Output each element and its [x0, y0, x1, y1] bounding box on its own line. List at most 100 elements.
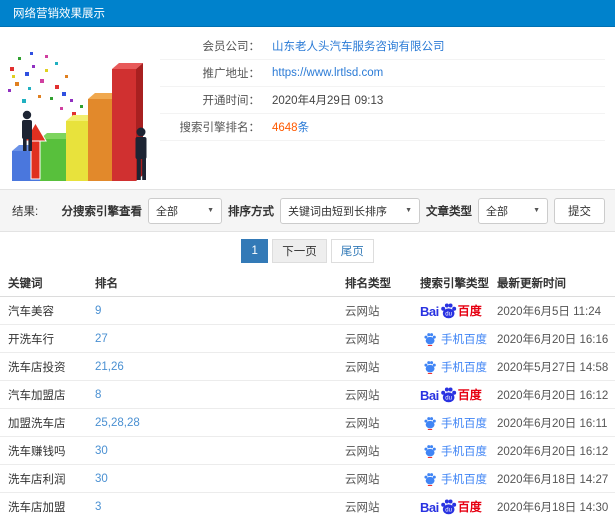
rank-type-cell: 云网站	[345, 361, 380, 374]
bar-chart-illustration	[0, 27, 160, 187]
article-type-label: 文章类型	[426, 205, 472, 218]
pagination: 1 下一页 尾页	[0, 232, 615, 269]
open-time-label: 开通时间：	[202, 95, 261, 107]
article-type-select[interactable]: 全部 ▼	[478, 197, 548, 224]
mobile-baidu-logo: 手机百度	[420, 443, 487, 459]
next-page-button[interactable]: 下一页	[272, 239, 327, 263]
updated-time-cell: 2020年6月18日 14:27	[497, 473, 609, 486]
rank-type-cell: 云网站	[345, 501, 380, 514]
sort-filter-label: 排序方式	[228, 205, 274, 218]
mobile-baidu-paw-icon	[424, 444, 436, 458]
mobile-baidu-text: 手机百度	[441, 361, 487, 374]
businessman-left	[22, 110, 32, 151]
filter-controls: 分搜索引擎查看 全部 ▼ 排序方式 关键词由短到长排序 ▼ 文章类型 全部 ▼ …	[62, 197, 605, 224]
rank-cell[interactable]: 9	[95, 305, 345, 317]
rank-cell[interactable]: 8	[95, 389, 345, 401]
engine-filter-select[interactable]: 全部 ▼	[148, 197, 222, 224]
baidu-cn-text: 百度	[457, 500, 482, 514]
mobile-baidu-text: 手机百度	[441, 445, 487, 458]
table-row: 汽车加盟店 8 云网站 Bai du 百度 2020年6月20日 16:12	[0, 381, 615, 409]
baidu-logo: Bai du 百度	[420, 498, 482, 515]
engine-rank-row: 搜索引擎排名： 4648条	[160, 114, 605, 141]
mobile-baidu-logo: 手机百度	[420, 331, 487, 347]
keyword-cell: 洗车赚钱吗	[8, 445, 66, 458]
chevron-down-icon: ▼	[405, 207, 412, 214]
svg-text:du: du	[445, 311, 452, 317]
mobile-baidu-paw-icon	[424, 416, 436, 430]
baidu-cn-text: 百度	[457, 388, 482, 402]
svg-text:du: du	[445, 395, 452, 401]
mobile-baidu-paw-icon	[424, 332, 436, 346]
engine-type-cell: Bai du 百度	[420, 498, 497, 515]
rank-cell[interactable]: 25,28,28	[95, 417, 345, 429]
open-time-value: 2020年4月29日 09:13	[272, 95, 384, 107]
open-time-row: 开通时间： 2020年4月29日 09:13	[160, 87, 605, 114]
mobile-baidu-logo: 手机百度	[420, 415, 487, 431]
rank-cell[interactable]: 21,26	[95, 361, 345, 373]
sort-filter-select[interactable]: 关键词由短到长排序 ▼	[280, 197, 420, 224]
col-header-keyword: 关键词	[8, 277, 43, 290]
col-header-rank: 排名	[95, 277, 118, 290]
mobile-baidu-text: 手机百度	[441, 473, 487, 486]
results-table: 关键词 排名 排名类型 搜索引擎类型 最新更新时间 汽车美容 9 云网站 Bai…	[0, 269, 615, 520]
keyword-cell: 洗车店投资	[8, 361, 66, 374]
table-row: 洗车店投资 21,26 云网站 手机百度 2020年5月27日 14:58	[0, 353, 615, 381]
table-row: 加盟洗车店 25,28,28 云网站 手机百度 2020年6月20日 16:11	[0, 409, 615, 437]
promo-url-row: 推广地址： https://www.lrtlsd.com	[160, 60, 605, 87]
engine-rank-label: 搜索引擎排名：	[179, 122, 261, 134]
baidu-bai-text: Bai	[420, 388, 439, 403]
table-body: 汽车美容 9 云网站 Bai du 百度 2020年6月5日 11:24 开洗车…	[0, 297, 615, 520]
engine-type-cell: 手机百度	[420, 471, 497, 487]
keyword-cell: 洗车店加盟	[8, 501, 66, 514]
engine-rank-value[interactable]: 4648条	[272, 119, 309, 135]
table-row: 开洗车行 27 云网站 手机百度 2020年6月20日 16:16	[0, 325, 615, 353]
baidu-cn-text: 百度	[457, 304, 482, 318]
keyword-cell: 洗车店利润	[8, 473, 66, 486]
rank-type-cell: 云网站	[345, 445, 380, 458]
updated-time-cell: 2020年6月20日 16:12	[497, 445, 609, 458]
promo-url-link[interactable]: https://www.lrtlsd.com	[272, 67, 383, 79]
last-page-button[interactable]: 尾页	[330, 239, 374, 263]
filter-bar: 结果: 分搜索引擎查看 全部 ▼ 排序方式 关键词由短到长排序 ▼ 文章类型 全…	[0, 189, 615, 232]
rank-cell[interactable]: 30	[95, 473, 345, 485]
rank-cell[interactable]: 27	[95, 333, 345, 345]
rank-count[interactable]: 4648	[272, 122, 298, 134]
engine-type-cell: 手机百度	[420, 331, 497, 347]
rank-cell[interactable]: 30	[95, 445, 345, 457]
updated-time-cell: 2020年5月27日 14:58	[497, 361, 609, 374]
bar-chart-image	[8, 52, 147, 181]
rank-cell[interactable]: 3	[95, 501, 345, 513]
baidu-paw-icon: du	[440, 387, 456, 403]
member-company-row: 会员公司： 山东老人头汽车服务咨询有限公司	[160, 33, 605, 60]
member-company-link[interactable]: 山东老人头汽车服务咨询有限公司	[272, 38, 445, 54]
table-row: 洗车店加盟 3 云网站 Bai du 百度 2020年6月18日 14:30	[0, 493, 615, 520]
rank-type-cell: 云网站	[345, 473, 380, 486]
page-1-button[interactable]: 1	[241, 239, 269, 263]
submit-button[interactable]: 提交	[554, 197, 605, 224]
table-row: 汽车美容 9 云网站 Bai du 百度 2020年6月5日 11:24	[0, 297, 615, 325]
baidu-bai-text: Bai	[420, 304, 439, 319]
col-header-updated: 最新更新时间	[497, 277, 566, 290]
baidu-paw-icon: du	[440, 303, 456, 319]
svg-text:du: du	[445, 507, 452, 513]
rank-unit[interactable]: 条	[298, 122, 310, 134]
chevron-down-icon: ▼	[533, 207, 540, 214]
sort-filter-value: 关键词由短到长排序	[288, 205, 387, 218]
updated-time-cell: 2020年6月20日 16:12	[497, 389, 609, 402]
company-info: 会员公司： 山东老人头汽车服务咨询有限公司 推广地址： https://www.…	[160, 27, 615, 189]
table-header-row: 关键词 排名 排名类型 搜索引擎类型 最新更新时间	[0, 269, 615, 297]
chevron-down-icon: ▼	[207, 207, 214, 214]
rank-type-cell: 云网站	[345, 417, 380, 430]
mobile-baidu-text: 手机百度	[441, 417, 487, 430]
updated-time-cell: 2020年6月20日 16:16	[497, 333, 609, 346]
updated-time-cell: 2020年6月5日 11:24	[497, 305, 601, 318]
engine-type-cell: 手机百度	[420, 359, 497, 375]
keyword-cell: 加盟洗车店	[8, 417, 66, 430]
baidu-bai-text: Bai	[420, 500, 439, 515]
baidu-logo: Bai du 百度	[420, 302, 482, 319]
keyword-cell: 开洗车行	[8, 333, 54, 346]
updated-time-cell: 2020年6月20日 16:11	[497, 417, 608, 430]
mobile-baidu-logo: 手机百度	[420, 471, 487, 487]
rank-type-cell: 云网站	[345, 305, 380, 318]
col-header-rank-type: 排名类型	[345, 277, 391, 290]
